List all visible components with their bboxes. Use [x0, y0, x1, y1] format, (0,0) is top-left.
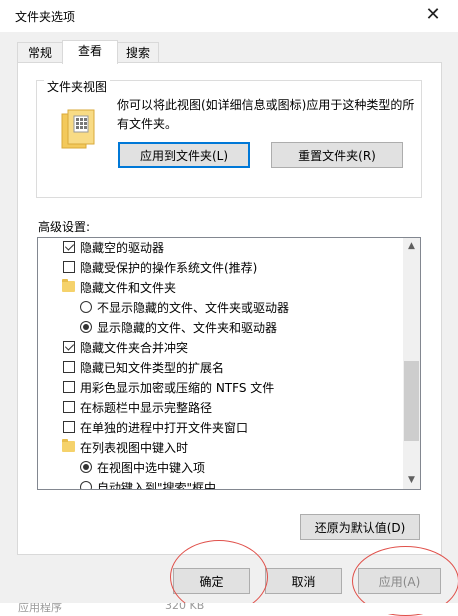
radio-button[interactable]: [80, 301, 92, 313]
radio-button[interactable]: [80, 321, 92, 333]
checkbox[interactable]: [63, 241, 75, 253]
list-item-label: 自动键入到"搜索"框中: [97, 481, 217, 490]
title-bar: 文件夹选项 ✕: [0, 0, 458, 32]
background-file-type: 应用程序: [18, 603, 62, 614]
scrollbar-thumb[interactable]: [404, 361, 419, 441]
list-item-label: 隐藏已知文件类型的扩展名: [80, 361, 225, 375]
advanced-settings-label: 高级设置:: [38, 220, 91, 234]
radio-button[interactable]: [80, 481, 92, 489]
list-item-label: 隐藏空的驱动器: [80, 241, 165, 255]
advanced-settings-list[interactable]: 隐藏空的驱动器 隐藏受保护的操作系统文件(推荐) 隐藏文件和文件夹 不显示隐藏的…: [37, 237, 421, 490]
background-file-size: 320 KB: [165, 603, 205, 612]
list-item-label: 不显示隐藏的文件、文件夹或驱动器: [97, 301, 290, 315]
checkbox[interactable]: [63, 381, 75, 393]
list-item-label: 用彩色显示加密或压缩的 NTFS 文件: [80, 381, 275, 395]
checkbox[interactable]: [63, 341, 75, 353]
background-file-row: 应用程序 320 KB: [0, 603, 458, 614]
radio-button[interactable]: [80, 461, 92, 473]
list-item-label: 隐藏文件夹合并冲突: [80, 341, 189, 355]
apply-to-folders-button[interactable]: 应用到文件夹(L): [118, 142, 250, 168]
list-item-label: 隐藏受保护的操作系统文件(推荐): [80, 261, 258, 275]
list-item-label: 在视图中选中键入项: [97, 461, 206, 475]
folder-view-legend: 文件夹视图: [44, 78, 111, 95]
list-item-label: 在列表视图中键入时: [80, 441, 189, 455]
folder-icon: [62, 439, 75, 452]
tab-general[interactable]: 常规: [17, 42, 63, 63]
tab-search[interactable]: 搜索: [117, 42, 159, 63]
reset-folders-button[interactable]: 重置文件夹(R): [271, 142, 403, 168]
folder-icon: [60, 108, 98, 152]
vertical-scrollbar[interactable]: ▲ ▼: [403, 238, 420, 489]
folder-view-description: 你可以将此视图(如详细信息或图标)应用于这种类型的所有文件夹。: [117, 98, 415, 131]
scroll-up-icon[interactable]: ▲: [403, 238, 420, 255]
checkbox[interactable]: [63, 421, 75, 433]
folder-icon: [62, 279, 75, 292]
list-item-label: 在标题栏中显示完整路径: [80, 401, 213, 415]
list-item-label: 在单独的进程中打开文件夹窗口: [80, 421, 249, 435]
list-item-label: 隐藏文件和文件夹: [80, 281, 177, 295]
checkbox[interactable]: [63, 261, 75, 273]
window-title: 文件夹选项: [15, 10, 76, 24]
checkbox[interactable]: [63, 361, 75, 373]
apply-button[interactable]: 应用(A): [358, 568, 441, 594]
ok-button[interactable]: 确定: [173, 568, 250, 594]
scroll-down-icon[interactable]: ▼: [403, 472, 420, 489]
restore-defaults-button[interactable]: 还原为默认值(D): [300, 514, 420, 540]
tab-view[interactable]: 查看: [62, 40, 118, 64]
list-item-label: 显示隐藏的文件、文件夹和驱动器: [97, 321, 278, 335]
close-icon[interactable]: ✕: [422, 4, 444, 26]
checkbox[interactable]: [63, 401, 75, 413]
cancel-button[interactable]: 取消: [265, 568, 342, 594]
